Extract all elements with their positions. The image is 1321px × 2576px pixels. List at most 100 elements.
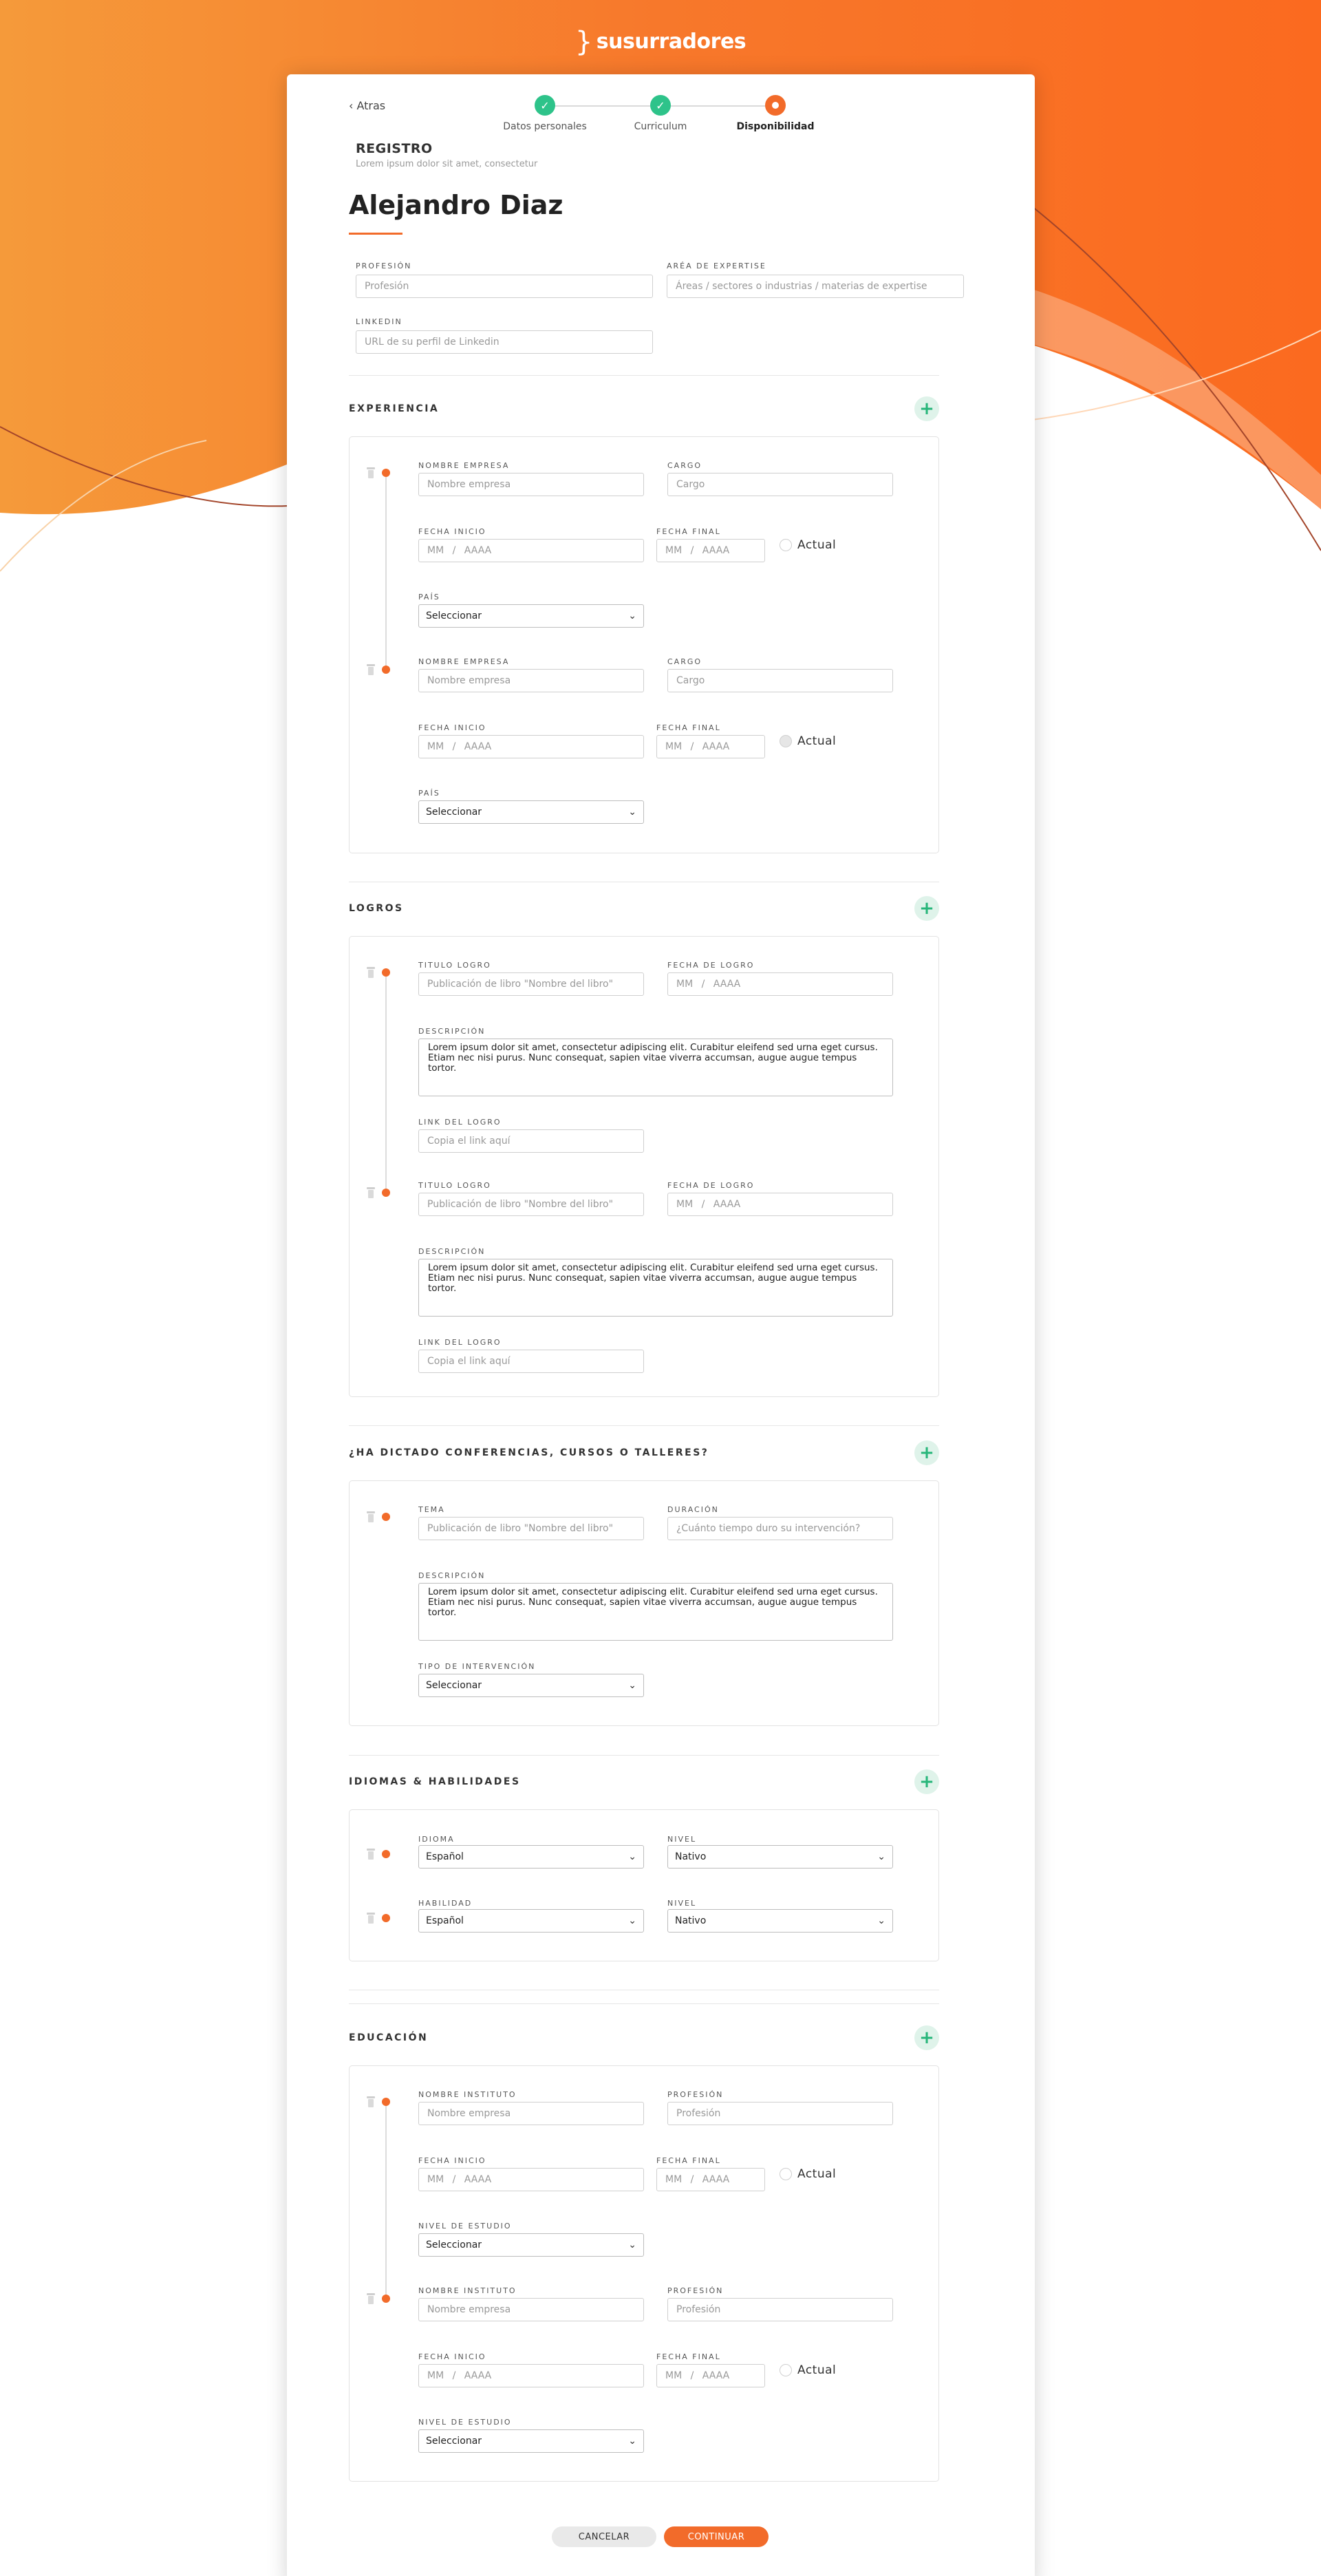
idioma-select[interactable]: Español ⌄	[418, 1845, 644, 1869]
profesion-input[interactable]: Profesión	[667, 2102, 893, 2125]
duracion-label: DURACIÓN	[667, 1505, 719, 1514]
fecha-inicio-input[interactable]: MM / AAAA	[418, 735, 644, 758]
trash-icon[interactable]	[367, 1849, 375, 1860]
duracion-input[interactable]: ¿Cuánto tiempo duro su intervención?	[667, 1517, 893, 1540]
nivel-label: NIVEL	[667, 1835, 697, 1844]
timeline-line	[385, 2100, 387, 2297]
add-idioma-button[interactable]: +	[914, 1769, 939, 1794]
fecha-inicio-input[interactable]: MM / AAAA	[418, 539, 644, 562]
step-label: Curriculum	[634, 121, 687, 132]
habilidad-label: HABILIDAD	[418, 1899, 473, 1908]
descripcion-textarea[interactable]: Lorem ipsum dolor sit amet, consectetur …	[418, 1039, 893, 1096]
fecha-final-input[interactable]: MM / AAAA	[656, 2364, 765, 2387]
profesion-label: PROFESIÓN	[667, 2286, 724, 2295]
nivel-select[interactable]: Nativo ⌄	[667, 1845, 893, 1869]
profesion-input[interactable]: Profesión	[667, 2298, 893, 2321]
empresa-input[interactable]: Nombre empresa	[418, 473, 644, 496]
linkedin-label: LINKEDIN	[356, 317, 402, 326]
nivel-select[interactable]: Nativo ⌄	[667, 1909, 893, 1933]
select-value: Seleccionar	[426, 807, 482, 818]
select-value: Nativo	[675, 1915, 707, 1926]
pais-label: PAÍS	[418, 789, 440, 798]
pais-select[interactable]: Seleccionar ⌄	[418, 604, 644, 628]
link-logro-label: LINK DEL LOGRO	[418, 1118, 502, 1127]
fecha-inicio-label: FECHA INICIO	[418, 2352, 486, 2361]
timeline-dot	[382, 1189, 390, 1197]
timeline-dot	[382, 968, 390, 977]
descripcion-textarea[interactable]: Lorem ipsum dolor sit amet, consectetur …	[418, 1259, 893, 1317]
nivel-estudio-select[interactable]: Seleccionar ⌄	[418, 2429, 644, 2453]
titulo-logro-input[interactable]: Publicación de libro "Nombre del libro"	[418, 1193, 644, 1216]
titulo-logro-input[interactable]: Publicación de libro "Nombre del libro"	[418, 972, 644, 996]
cancel-button[interactable]: CANCELAR	[552, 2526, 656, 2547]
instituto-input[interactable]: Nombre empresa	[418, 2102, 644, 2125]
divider	[349, 375, 939, 376]
descripcion-textarea[interactable]: Lorem ipsum dolor sit amet, consectetur …	[418, 1583, 893, 1641]
descripcion-label: DESCRIPCIÓN	[418, 1027, 486, 1036]
trash-icon[interactable]	[367, 2096, 375, 2107]
link-logro-input[interactable]: Copia el link aquí	[418, 1350, 644, 1373]
fecha-final-input[interactable]: MM / AAAA	[656, 539, 765, 562]
fecha-inicio-input[interactable]: MM / AAAA	[418, 2168, 644, 2191]
fecha-final-input[interactable]: MM / AAAA	[656, 2168, 765, 2191]
actual-label: Actual	[797, 2167, 837, 2181]
titulo-logro-label: TITULO LOGRO	[418, 961, 491, 970]
fecha-logro-input[interactable]: MM / AAAA	[667, 972, 893, 996]
cargo-input[interactable]: Cargo	[667, 473, 893, 496]
cargo-input[interactable]: Cargo	[667, 669, 893, 692]
instituto-label: NOMBRE INSTITUTO	[418, 2286, 517, 2295]
tipo-intervencion-select[interactable]: Seleccionar ⌄	[418, 1674, 644, 1697]
tema-input[interactable]: Publicación de libro "Nombre del libro"	[418, 1517, 644, 1540]
timeline-dot	[382, 2098, 390, 2106]
add-conferencia-button[interactable]: +	[914, 1440, 939, 1465]
profesion-input[interactable]: Profesión	[356, 275, 653, 298]
actual-radio[interactable]	[780, 735, 792, 747]
add-logro-button[interactable]: +	[914, 896, 939, 921]
actual-radio[interactable]	[780, 2364, 792, 2376]
area-label: ARÉA DE EXPERTISE	[667, 262, 766, 270]
timeline-line	[385, 471, 387, 668]
select-value: Seleccionar	[426, 610, 482, 621]
empresa-label: NOMBRE EMPRESA	[418, 461, 510, 470]
fecha-final-label: FECHA FINAL	[656, 723, 721, 732]
chevron-down-icon: ⌄	[628, 610, 636, 621]
trash-icon[interactable]	[367, 2293, 375, 2304]
add-educacion-button[interactable]: +	[914, 2025, 939, 2050]
nivel-label: NIVEL	[667, 1899, 697, 1908]
logo-icon: }	[574, 26, 592, 58]
fecha-logro-label: FECHA DE LOGRO	[667, 961, 755, 970]
trash-icon[interactable]	[367, 967, 375, 978]
fecha-final-label: FECHA FINAL	[656, 2156, 721, 2165]
step-disponibilidad[interactable]: Disponibilidad	[713, 95, 837, 132]
descripcion-label: DESCRIPCIÓN	[418, 1571, 486, 1580]
cargo-label: CARGO	[667, 461, 702, 470]
nivel-estudio-select[interactable]: Seleccionar ⌄	[418, 2233, 644, 2257]
step-datos-personales[interactable]: ✓ Datos personales	[483, 95, 607, 132]
fecha-final-label: FECHA FINAL	[656, 527, 721, 536]
empresa-input[interactable]: Nombre empresa	[418, 669, 644, 692]
instituto-input[interactable]: Nombre empresa	[418, 2298, 644, 2321]
area-input[interactable]: Áreas / sectores o industrias / materias…	[667, 275, 964, 298]
habilidad-select[interactable]: Español ⌄	[418, 1909, 644, 1933]
trash-icon[interactable]	[367, 1913, 375, 1924]
profesion-label: PROFESIÓN	[356, 262, 412, 270]
select-value: Seleccionar	[426, 1680, 482, 1691]
add-experiencia-button[interactable]: +	[914, 396, 939, 421]
actual-radio[interactable]	[780, 539, 792, 551]
fecha-inicio-input[interactable]: MM / AAAA	[418, 2364, 644, 2387]
trash-icon[interactable]	[367, 664, 375, 675]
trash-icon[interactable]	[367, 467, 375, 478]
link-logro-input[interactable]: Copia el link aquí	[418, 1129, 644, 1153]
idiomas-box: IDIOMA Español ⌄ NIVEL Nativo ⌄ HABILIDAD …	[349, 1809, 939, 1961]
fecha-logro-input[interactable]: MM / AAAA	[667, 1193, 893, 1216]
stepper: ✓ Datos personales ✓ Curriculum Disponib…	[287, 85, 1035, 133]
step-curriculum[interactable]: ✓ Curriculum	[599, 95, 722, 132]
trash-icon[interactable]	[367, 1511, 375, 1522]
trash-icon[interactable]	[367, 1187, 375, 1198]
continue-button[interactable]: CONTINUAR	[664, 2526, 769, 2547]
actual-radio[interactable]	[780, 2168, 792, 2180]
fecha-final-input[interactable]: MM / AAAA	[656, 735, 765, 758]
idioma-label: IDIOMA	[418, 1835, 455, 1844]
pais-select[interactable]: Seleccionar ⌄	[418, 800, 644, 824]
linkedin-input[interactable]: URL de su perfil de Linkedin	[356, 330, 653, 354]
